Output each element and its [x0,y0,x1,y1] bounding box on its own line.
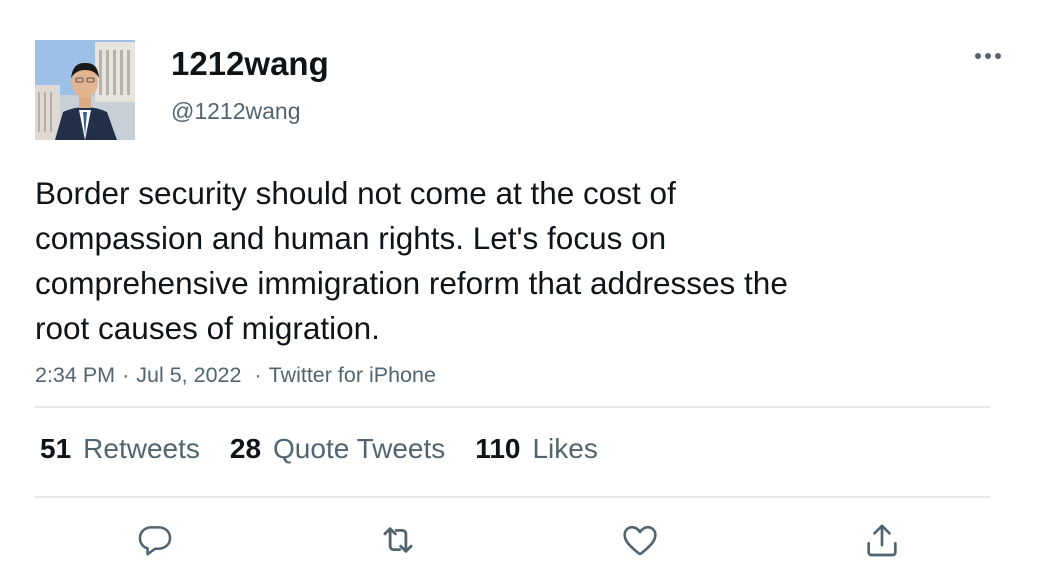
quote-tweets-stat[interactable]: 28 Quote Tweets [230,430,445,468]
tweet-time: 2:34 PM [35,363,116,387]
tweet-text-line: root causes of migration. [35,310,380,346]
likes-count: 110 [475,433,521,464]
tweet-text: Border security should not come at the c… [35,171,935,351]
reply-button[interactable] [133,518,177,562]
share-icon [867,524,897,557]
quote-tweets-count: 28 [229,433,262,464]
share-button[interactable] [860,518,904,562]
tweet-text-line: compassion and human rights. Let's focus… [35,220,667,256]
meta-separator: · [122,363,130,387]
avatar-photo [35,40,135,140]
likes-stat[interactable]: 110 Likes [475,430,598,468]
user-handle[interactable]: @1212wang [171,96,301,126]
tweet-time-link[interactable]: 2:34 PM · Jul 5, 2022 [35,363,247,387]
retweet-button[interactable] [376,518,420,562]
like-icon [623,525,657,556]
retweets-count: 51 [40,433,72,464]
tweet-date: Jul 5, 2022 [136,363,242,387]
like-button[interactable] [618,518,662,562]
divider [35,496,990,498]
retweets-label: Retweets [83,433,200,464]
meta-separator: · [254,363,262,387]
quote-tweets-label: Quote Tweets [273,433,446,464]
retweets-stat[interactable]: 51 Retweets [40,430,200,468]
tweet-text-line: Border security should not come at the c… [35,175,676,211]
avatar[interactable] [35,40,135,140]
tweet-meta: 2:34 PM · Jul 5, 2022 · Twitter for iPhone [35,360,436,390]
likes-label: Likes [532,433,598,464]
retweet-icon [383,527,413,553]
more-options-button[interactable] [968,40,1008,72]
divider [35,406,990,408]
tweet-source-link[interactable]: Twitter for iPhone [269,363,436,387]
tweet-text-line: comprehensive immigration reform that ad… [35,265,788,301]
reply-icon [138,526,172,556]
tweet-stats: 51 Retweets 28 Quote Tweets 110 Likes [40,430,628,468]
more-icon [975,53,1001,59]
display-name[interactable]: 1212wang [171,44,329,84]
